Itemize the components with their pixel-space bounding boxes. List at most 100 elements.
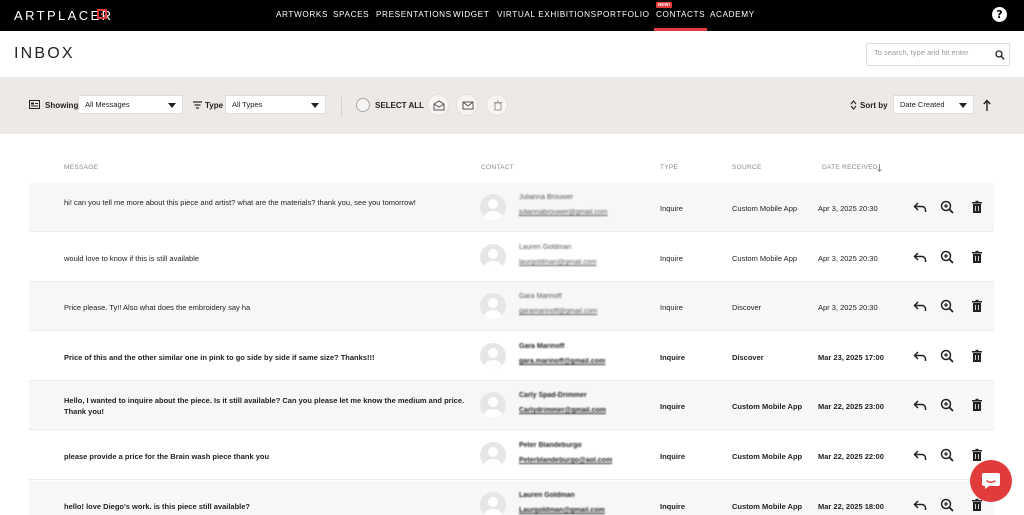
trash-icon[interactable]	[970, 448, 984, 462]
zoom-in-icon[interactable]	[940, 250, 954, 264]
zoom-in-icon[interactable]	[940, 448, 954, 462]
message-text[interactable]: hello! love Diego's work. is this piece …	[64, 501, 469, 512]
nav-item-virtual-exhibitions[interactable]: VIRTUAL EXHIBITIONS	[497, 10, 597, 19]
column-header-type: TYPE	[660, 164, 679, 171]
chevron-down-icon	[959, 103, 967, 108]
sort-select[interactable]: Date Created	[893, 95, 974, 114]
chat-widget-button[interactable]	[970, 460, 1012, 502]
table-row[interactable]: Price of this and the other similar one …	[29, 332, 994, 381]
table-row[interactable]: hi! can you tell me more about this piec…	[29, 183, 994, 232]
trash-icon[interactable]	[970, 200, 984, 214]
contact-email[interactable]: garamarinoff@gmail.com	[519, 308, 597, 315]
message-type: Inquire	[660, 452, 686, 461]
trash-icon[interactable]	[970, 398, 984, 412]
page-title: INBOX	[14, 45, 75, 62]
zoom-in-icon[interactable]	[940, 299, 954, 313]
zoom-in-icon[interactable]	[940, 398, 954, 412]
table-row[interactable]: would love to know if this is still avai…	[29, 233, 994, 282]
type-filter-icon	[193, 101, 202, 109]
trash-icon[interactable]	[970, 250, 984, 264]
avatar	[480, 244, 506, 270]
nav-item-contacts[interactable]: CONTACTS	[653, 10, 708, 31]
contact-name: Gara Marinoff	[519, 293, 562, 300]
sort-label: Sort by	[860, 101, 888, 110]
trash-icon[interactable]	[970, 299, 984, 313]
message-type: Inquire	[660, 402, 686, 411]
contact-email[interactable]: juliannabrouwer@gmail.com	[519, 209, 607, 216]
date-received: Mar 22, 2025 22:00	[818, 452, 884, 461]
message-text[interactable]: Price please. Ty!! Also what does the em…	[64, 302, 469, 313]
message-text[interactable]: hi! can you tell me more about this piec…	[64, 197, 469, 208]
table-row[interactable]: hello! love Diego's work. is this piece …	[29, 481, 994, 515]
contact-email[interactable]: gara.marinoff@gmail.com	[519, 358, 605, 365]
nav-item-presentations[interactable]: PRESENTATIONS	[376, 10, 452, 19]
avatar	[480, 442, 506, 468]
message-text[interactable]: would love to know if this is still avai…	[64, 253, 469, 264]
message-text[interactable]: please provide a price for the Brain was…	[64, 451, 469, 462]
contact-name: Peter Blandeburgo	[519, 442, 582, 449]
message-text[interactable]: Price of this and the other similar one …	[64, 352, 469, 363]
sort-direction-arrow-icon[interactable]	[983, 99, 991, 111]
date-received: Apr 3, 2025 20:30	[818, 204, 878, 213]
reply-icon[interactable]	[913, 200, 927, 214]
sort-select-value: Date Created	[900, 100, 945, 109]
message-source: Custom Mobile App	[732, 452, 803, 461]
zoom-in-icon[interactable]	[940, 200, 954, 214]
table-row[interactable]: Price please. Ty!! Also what does the em…	[29, 282, 994, 331]
trash-icon	[494, 100, 502, 111]
column-header-date[interactable]: DATE RECEIVED	[822, 164, 878, 171]
message-source: Custom Mobile App	[732, 204, 798, 213]
avatar	[480, 343, 506, 369]
contact-email[interactable]: Peterblandeburgo@aol.com	[519, 457, 612, 464]
reply-icon[interactable]	[913, 349, 927, 363]
contact-email[interactable]: Carlydrimmer@gmail.com	[519, 407, 606, 414]
envelope-open-icon	[433, 100, 445, 111]
zoom-in-icon[interactable]	[940, 498, 954, 512]
message-source: Custom Mobile App	[732, 402, 803, 411]
avatar	[480, 194, 506, 220]
message-text[interactable]: Hello, I wanted to inquire about the pie…	[64, 395, 469, 417]
mark-unread-button[interactable]	[456, 94, 478, 116]
type-label: Type	[205, 101, 224, 110]
showing-filter-icon	[29, 100, 40, 109]
showing-label: Showing	[45, 101, 79, 110]
message-type: Inquire	[660, 254, 683, 263]
nav-item-widget[interactable]: WIDGET	[453, 10, 489, 19]
message-type: Inquire	[660, 502, 686, 511]
envelope-icon	[462, 101, 474, 110]
reply-icon[interactable]	[913, 250, 927, 264]
message-source: Discover	[732, 303, 762, 312]
reply-icon[interactable]	[913, 398, 927, 412]
reply-icon[interactable]	[913, 498, 927, 512]
search-input[interactable]	[874, 48, 989, 57]
table-row[interactable]: please provide a price for the Brain was…	[29, 431, 994, 480]
help-icon[interactable]: ?	[992, 7, 1007, 22]
contact-email[interactable]: Laurgoldman@gmail.com	[519, 507, 605, 514]
contact-name: Julianna Brouwer	[519, 194, 574, 201]
column-header-message: MESSAGE	[64, 164, 99, 171]
bulk-delete-button[interactable]	[486, 94, 508, 116]
sort-desc-icon	[877, 164, 882, 172]
chat-icon	[982, 473, 1000, 489]
nav-item-portfolio[interactable]: PORTFOLIO	[597, 10, 650, 19]
sort-icon	[850, 100, 857, 110]
type-select[interactable]: All Types	[225, 95, 326, 114]
select-all-checkbox[interactable]	[356, 98, 370, 112]
date-received: Apr 3, 2025 20:30	[818, 303, 878, 312]
trash-icon[interactable]	[970, 349, 984, 363]
nav-item-academy[interactable]: ACADEMY	[710, 10, 755, 19]
mark-read-button[interactable]	[427, 94, 449, 116]
zoom-in-icon[interactable]	[940, 349, 954, 363]
nav-item-artworks[interactable]: ARTWORKS	[276, 10, 328, 19]
search-icon[interactable]	[995, 50, 1005, 60]
message-type: Inquire	[660, 353, 686, 362]
chevron-down-icon	[311, 103, 319, 108]
contact-email[interactable]: laurgoldman@gmail.com	[519, 259, 597, 266]
table-row[interactable]: Hello, I wanted to inquire about the pie…	[29, 381, 994, 430]
reply-icon[interactable]	[913, 448, 927, 462]
top-nav-bar: ARTPLACER ARTWORKS SPACES PRESENTATIONS WID…	[0, 0, 1024, 31]
showing-select[interactable]: All Messages	[78, 95, 183, 114]
select-all-label[interactable]: SELECT ALL	[375, 101, 424, 110]
reply-icon[interactable]	[913, 299, 927, 313]
nav-item-spaces[interactable]: SPACES	[333, 10, 369, 19]
